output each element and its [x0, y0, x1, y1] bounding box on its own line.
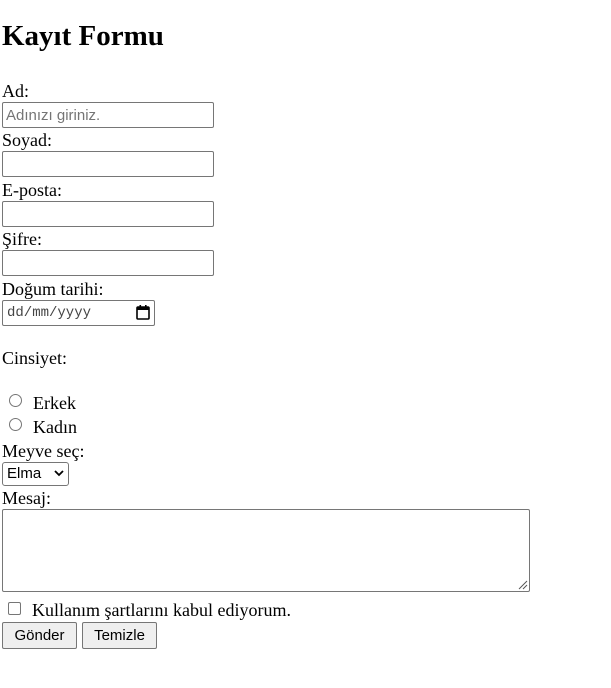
gender-option-female-label: Kadın — [33, 417, 77, 437]
terms-label: Kullanım şartlarını kabul ediyorum. — [32, 600, 291, 620]
fruit-select[interactable]: Elma — [2, 462, 69, 486]
gender-radio-female[interactable] — [9, 418, 22, 431]
fruit-selected-value: Elma — [7, 465, 42, 482]
birthdate-label: Doğum tarihi: — [2, 279, 104, 299]
surname-label: Soyad: — [2, 130, 53, 150]
reset-button[interactable]: Temizle — [82, 622, 157, 649]
submit-button[interactable]: Gönder — [2, 622, 77, 649]
fruit-label: Meyve seç: — [2, 441, 85, 461]
terms-checkbox[interactable] — [8, 602, 21, 615]
chevron-down-icon — [54, 470, 64, 477]
name-input[interactable] — [2, 102, 214, 128]
name-label: Ad: — [2, 81, 29, 101]
calendar-icon[interactable] — [136, 305, 150, 320]
email-label: E-posta: — [2, 180, 62, 200]
page-title: Kayıt Formu — [2, 20, 164, 52]
message-textarea[interactable] — [2, 509, 530, 592]
email-input[interactable] — [2, 201, 214, 227]
resize-handle-icon[interactable] — [517, 579, 528, 590]
message-label: Mesaj: — [2, 488, 51, 508]
password-label: Şifre: — [2, 229, 42, 249]
gender-option-male-label: Erkek — [33, 393, 76, 413]
birthdate-input[interactable]: dd/mm/yyyy — [2, 300, 155, 326]
birthdate-placeholder: dd/mm/yyyy — [7, 305, 92, 321]
gender-label: Cinsiyet: — [2, 348, 68, 368]
password-input[interactable] — [2, 250, 214, 276]
gender-radio-male[interactable] — [9, 394, 22, 407]
surname-input[interactable] — [2, 151, 214, 177]
